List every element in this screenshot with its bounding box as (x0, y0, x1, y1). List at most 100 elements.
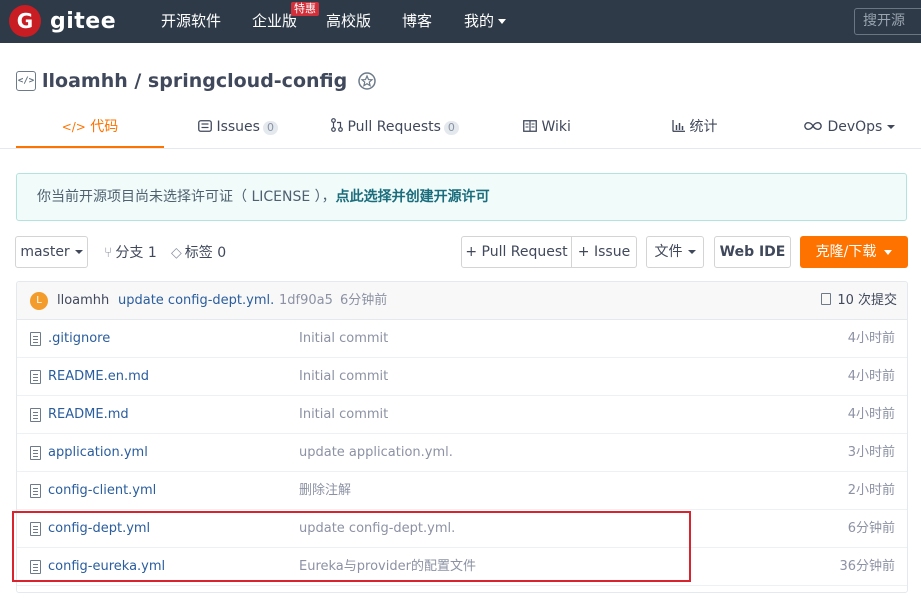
branch-icon: ⑂ (104, 245, 113, 261)
repo-title[interactable]: lloamhh / springcloud-config (42, 70, 347, 92)
file-icon (30, 560, 41, 574)
file-updated-time: 36分钟前 (839, 559, 895, 574)
commit-message[interactable]: update config-dept.yml. (118, 282, 274, 320)
file-commit-message[interactable]: update config-dept.yml. (299, 510, 455, 548)
repo-header: </> lloamhh / springcloud-config (16, 68, 377, 94)
file-name-link[interactable]: config-client.yml (48, 472, 156, 510)
file-updated-time: 2小时前 (847, 483, 895, 498)
promo-badge: 特惠 (291, 2, 319, 16)
tab-stats-label: 统计 (689, 119, 718, 135)
file-icon (30, 446, 41, 460)
tab-wiki-label: Wiki (541, 119, 571, 135)
license-notice: 你当前开源项目尚未选择许可证（ LICENSE ），点此选择并创建开源许可 (16, 173, 907, 221)
file-commit-message[interactable]: Initial commit (299, 320, 388, 358)
tab-devops-label: DevOps (827, 119, 883, 135)
tag-icon: ◇ (171, 245, 182, 261)
chevron-down-icon (74, 250, 83, 254)
chart-icon (672, 120, 685, 132)
file-table: L lloamhh update config-dept.yml. 1df90a… (16, 281, 908, 593)
tab-pull-requests[interactable]: Pull Requests 0 (331, 108, 459, 148)
web-ide-button[interactable]: Web IDE (714, 236, 791, 268)
file-row[interactable]: .gitignore Initial commit 4小时前 (17, 320, 907, 358)
tab-pull-requests-label: Pull Requests (347, 119, 441, 135)
nav-open-source[interactable]: 开源软件 (161, 11, 221, 31)
tab-issues[interactable]: Issues 0 (198, 108, 278, 148)
file-name-link[interactable]: application.yml (48, 434, 148, 472)
file-commit-message[interactable]: Initial commit (299, 396, 388, 434)
gitee-logo-text: gitee (50, 8, 117, 34)
clone-download-button[interactable]: 克隆/下载 (800, 236, 908, 268)
file-name-link[interactable]: README.en.md (48, 358, 149, 396)
issues-count: 0 (262, 121, 278, 135)
issues-icon (198, 120, 212, 132)
file-menu-button[interactable]: 文件 (646, 236, 704, 268)
commit-sha[interactable]: 1df90a5 (279, 282, 333, 320)
file-commit-message[interactable]: Eureka与provider的配置文件 (299, 548, 476, 586)
new-issue-button[interactable]: + Issue (571, 236, 637, 268)
file-row[interactable]: README.en.md Initial commit 4小时前 (17, 358, 907, 396)
branch-select-label: master (20, 244, 70, 260)
file-name-link[interactable]: config-dept.yml (48, 510, 150, 548)
tab-code[interactable]: </> 代码 (16, 108, 164, 148)
file-icon (30, 408, 41, 422)
file-name-link[interactable]: .gitignore (48, 320, 110, 358)
file-updated-time: 4小时前 (847, 369, 895, 384)
file-row[interactable]: README.md Initial commit 4小时前 (17, 396, 907, 434)
commit-author[interactable]: lloamhh (57, 282, 109, 320)
gitee-logo[interactable]: G gitee (9, 5, 116, 37)
file-name-link[interactable]: config-eureka.yml (48, 548, 165, 586)
nav-education[interactable]: 高校版 (326, 11, 371, 31)
code-repo-icon: </> (16, 71, 36, 91)
file-name-link[interactable]: README.md (48, 396, 129, 434)
tags-link[interactable]: ◇ 标签 0 (171, 244, 226, 262)
top-navbar: G gitee 开源软件 企业版 特惠 高校版 博客 我的 搜开源 (0, 0, 921, 43)
commits-count-link[interactable]: 10 次提交 (821, 282, 897, 320)
avatar[interactable]: L (30, 292, 48, 310)
license-notice-text: 你当前开源项目尚未选择许可证（ LICENSE ）， (37, 189, 336, 205)
commit-time: 6分钟前 (340, 293, 388, 308)
chevron-down-icon (887, 125, 896, 129)
file-commit-message[interactable]: update application.yml. (299, 434, 453, 472)
nav-mine-label: 我的 (464, 12, 495, 30)
branches-link[interactable]: ⑂ 分支 1 (104, 244, 157, 262)
file-commit-message[interactable]: Initial commit (299, 358, 388, 396)
tab-wiki[interactable]: Wiki (523, 108, 571, 148)
pull-requests-count: 0 (443, 121, 459, 135)
file-updated-time: 3小时前 (847, 445, 895, 460)
chevron-down-icon (687, 250, 696, 254)
book-icon (523, 120, 537, 132)
file-row[interactable]: application.yml update application.yml. 3小… (17, 434, 907, 472)
gitee-logo-icon: G (9, 5, 41, 37)
badge-icon[interactable] (357, 71, 377, 91)
file-row[interactable]: config-client.yml 删除注解 2小时前 (17, 472, 907, 510)
tab-devops[interactable]: DevOps (803, 108, 896, 148)
pull-request-icon (331, 118, 343, 132)
file-updated-time: 6分钟前 (847, 521, 895, 536)
commits-count-label: 10 次提交 (837, 293, 897, 308)
file-list: .gitignore Initial commit 4小时前 README.en.md… (17, 320, 907, 586)
nav-blog[interactable]: 博客 (402, 11, 432, 31)
file-icon (30, 484, 41, 498)
latest-commit-bar: L lloamhh update config-dept.yml. 1df90a… (17, 282, 907, 320)
repo-tabs: </> 代码 Issues 0 Pull Requests 0 Wiki 统计 De… (0, 108, 921, 149)
tab-issues-label: Issues (216, 119, 260, 135)
branch-select[interactable]: master (15, 236, 88, 268)
branches-label: 分支 1 (115, 245, 157, 261)
clone-download-label: 克隆/下载 (815, 244, 877, 260)
tags-label: 标签 0 (184, 245, 227, 261)
file-menu-label: 文件 (654, 244, 683, 260)
tab-stats[interactable]: 统计 (672, 108, 717, 148)
code-icon: </> (61, 120, 86, 134)
file-icon (30, 522, 41, 536)
file-commit-message[interactable]: 删除注解 (299, 472, 351, 510)
document-icon (821, 293, 832, 305)
infinity-icon (804, 122, 822, 130)
file-row[interactable]: config-eureka.yml Eureka与provider的配置文件 36分… (17, 548, 907, 586)
file-updated-time: 4小时前 (847, 331, 895, 346)
search-input[interactable]: 搜开源 (854, 8, 921, 35)
create-license-link[interactable]: 点此选择并创建开源许可 (336, 189, 490, 205)
file-row[interactable]: config-dept.yml update config-dept.yml. 6分… (17, 510, 907, 548)
new-pull-request-button[interactable]: + Pull Request (461, 236, 572, 268)
file-updated-time: 4小时前 (847, 407, 895, 422)
nav-mine[interactable]: 我的 (464, 11, 507, 31)
